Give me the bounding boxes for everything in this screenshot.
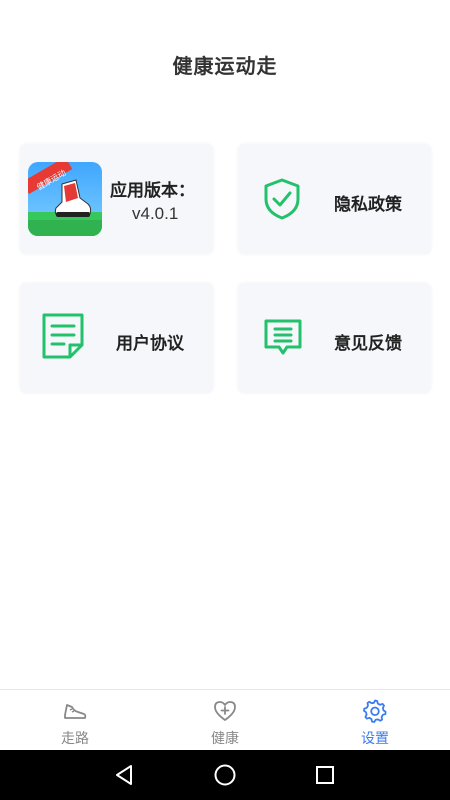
version-card: 健康运动 应用版本： v4.0.1 — [20, 144, 213, 254]
gear-icon — [362, 698, 388, 724]
nav-walk-label: 走路 — [61, 731, 89, 747]
nav-settings-label: 设置 — [361, 731, 389, 747]
shield-check-icon — [262, 177, 302, 225]
nav-walk[interactable]: 走路 — [0, 690, 150, 751]
app-logo: 健康运动 — [28, 162, 102, 236]
status-bar — [0, 0, 450, 30]
nav-settings[interactable]: 设置 — [300, 690, 450, 751]
nav-health-label: 健康 — [211, 731, 239, 747]
privacy-policy-label: 隐私政策 — [334, 195, 402, 215]
document-icon — [40, 311, 86, 365]
heart-plus-icon — [212, 698, 238, 724]
system-nav-bar — [0, 750, 450, 800]
bottom-nav: 走路 健康 设置 — [0, 689, 450, 751]
user-agreement-label: 用户协议 — [116, 334, 184, 354]
home-icon[interactable] — [212, 762, 238, 788]
version-value: v4.0.1 — [132, 204, 179, 223]
privacy-policy-card[interactable]: 隐私政策 — [238, 144, 431, 254]
recents-icon[interactable] — [312, 762, 338, 788]
nav-health[interactable]: 健康 — [150, 690, 300, 751]
back-icon[interactable] — [111, 762, 137, 788]
message-icon — [262, 317, 304, 363]
page-title: 健康运动走 — [172, 54, 278, 78]
feedback-card[interactable]: 意见反馈 — [238, 283, 431, 393]
version-label: 应用版本： — [110, 181, 195, 201]
user-agreement-card[interactable]: 用户协议 — [20, 283, 213, 393]
shoe-icon — [62, 698, 88, 724]
feedback-label: 意见反馈 — [334, 334, 402, 354]
